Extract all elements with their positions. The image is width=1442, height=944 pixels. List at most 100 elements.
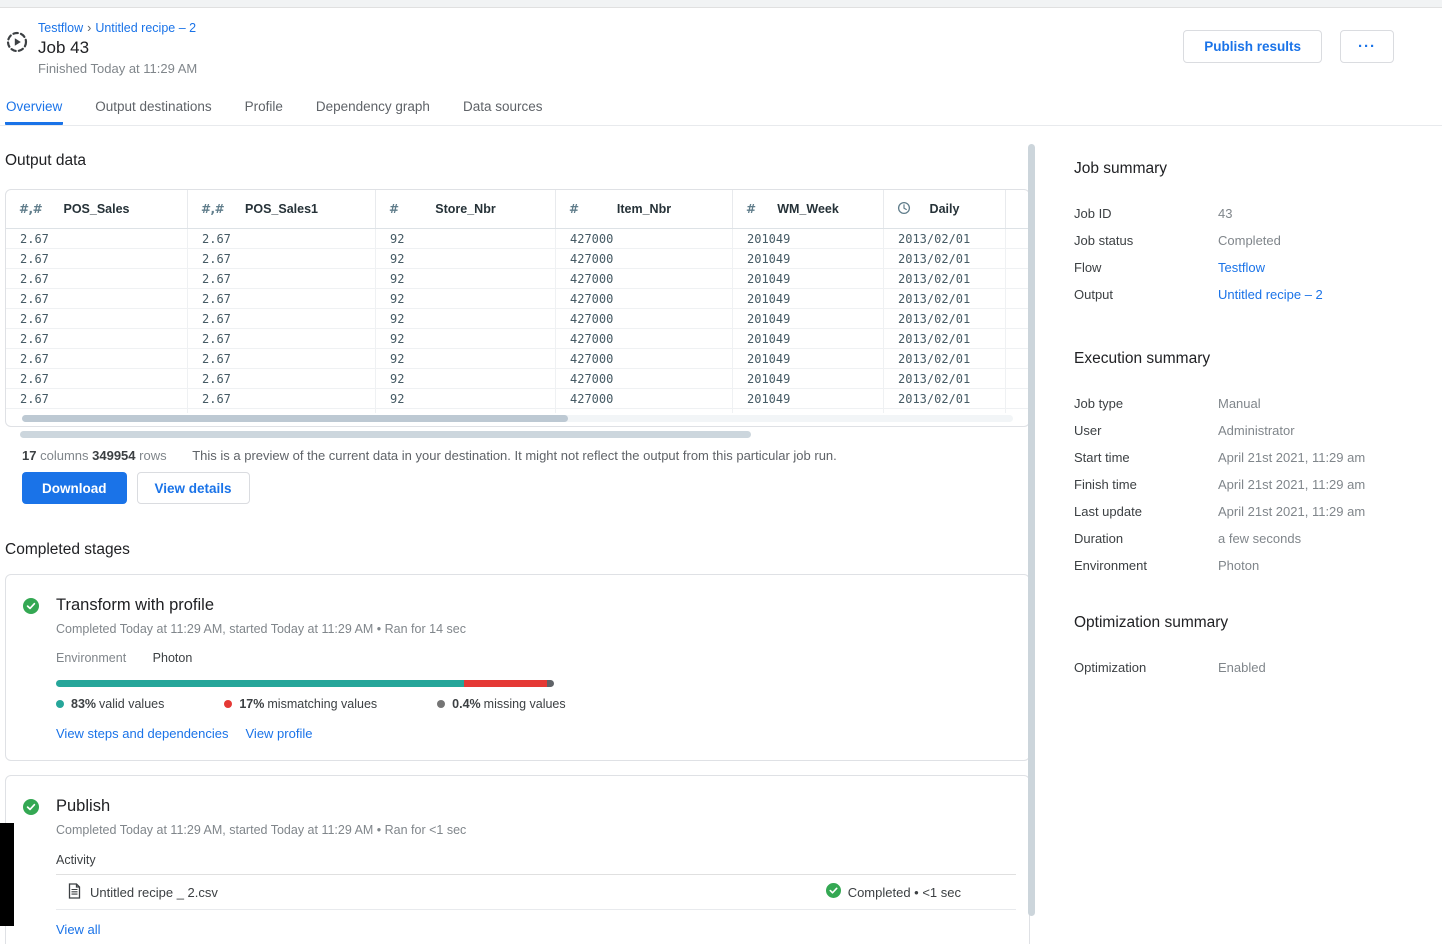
success-check-icon bbox=[23, 799, 39, 937]
missing-values-segment bbox=[547, 680, 554, 687]
table-row: 2.67 2.67 92 427000 201049 2013/02/01 bbox=[6, 289, 1029, 309]
table-row: 2.67 2.67 92 427000 201049 2013/02/01 bbox=[6, 369, 1029, 389]
view-steps-link[interactable]: View steps and dependencies bbox=[56, 726, 229, 741]
summary-row-flow: Flow Testflow bbox=[1074, 254, 1404, 281]
cell-item-nbr: 427000 bbox=[556, 229, 733, 248]
missing-dot-icon bbox=[437, 700, 445, 708]
stage-card-transform: Transform with profile Completed Today a… bbox=[5, 574, 1030, 761]
job-run-icon bbox=[5, 30, 29, 76]
table-scrollbar-thumb[interactable] bbox=[22, 415, 568, 422]
cell-item-nbr: 427000 bbox=[556, 369, 733, 388]
cell-pos-sales: 2.67 bbox=[6, 369, 188, 388]
tab-output-destinations[interactable]: Output destinations bbox=[94, 89, 212, 125]
cell-wm-week: 201049 bbox=[733, 269, 884, 288]
table-horizontal-scrollbar bbox=[6, 413, 1029, 425]
breadcrumb: Testflow›Untitled recipe – 2 bbox=[38, 21, 197, 35]
cell-item-nbr: 427000 bbox=[556, 349, 733, 368]
view-profile-link[interactable]: View profile bbox=[246, 726, 313, 741]
cell-pos-sales: 2.67 bbox=[6, 249, 188, 268]
job-status-value: Completed bbox=[1218, 233, 1281, 248]
summary-row-job-id: Job ID 43 bbox=[1074, 200, 1404, 227]
cell-store-nbr: 92 bbox=[376, 269, 556, 288]
cell-wm-week: 201049 bbox=[733, 289, 884, 308]
quality-legend: 83%valid values 17%mismatching values 0.… bbox=[56, 697, 1013, 711]
integer-type-icon: # bbox=[746, 202, 756, 216]
cell-wm-week: 201049 bbox=[733, 349, 884, 368]
success-check-icon bbox=[826, 883, 841, 901]
tab-dependency-graph[interactable]: Dependency graph bbox=[315, 89, 431, 125]
cell-wm-week: 201049 bbox=[733, 389, 884, 408]
output-link[interactable]: Untitled recipe – 2 bbox=[1218, 287, 1323, 302]
rows-label: rows bbox=[139, 448, 166, 463]
data-quality-bar bbox=[56, 680, 554, 687]
cell-pos-sales: 2.67 bbox=[6, 329, 188, 348]
activity-header: Activity bbox=[56, 853, 1016, 875]
summary-row-finish-time: Finish time April 21st 2021, 11:29 am bbox=[1074, 471, 1404, 498]
tab-overview[interactable]: Overview bbox=[5, 89, 63, 125]
cell-daily: 2013/02/01 bbox=[884, 229, 1006, 248]
tab-profile[interactable]: Profile bbox=[244, 89, 284, 125]
view-all-link[interactable]: View all bbox=[56, 922, 101, 937]
more-actions-button[interactable]: ··· bbox=[1340, 30, 1394, 63]
table-actions: Download View details bbox=[5, 472, 1031, 504]
cell-overflow bbox=[1006, 349, 1029, 368]
column-header-item-nbr: # Item_Nbr bbox=[556, 190, 733, 228]
stage-status-line: Completed Today at 11:29 AM, started Tod… bbox=[56, 622, 1013, 636]
publish-results-button[interactable]: Publish results bbox=[1183, 30, 1322, 63]
cell-pos-sales: 2.67 bbox=[6, 269, 188, 288]
table-row: 2.67 2.67 92 427000 201049 2013/02/01 bbox=[6, 269, 1029, 289]
breadcrumb-recipe-link[interactable]: Untitled recipe – 2 bbox=[95, 21, 196, 35]
cell-pos-sales: 2.67 bbox=[6, 289, 188, 308]
cell-item-nbr: 427000 bbox=[556, 249, 733, 268]
integer-type-icon: # bbox=[569, 202, 579, 216]
job-summary-sidebar: Job summary Job ID 43 Job status Complet… bbox=[1074, 126, 1404, 681]
download-button[interactable]: Download bbox=[22, 472, 127, 504]
valid-values-segment bbox=[56, 680, 464, 687]
cell-wm-week: 201049 bbox=[733, 309, 884, 328]
cell-daily: 2013/02/01 bbox=[884, 389, 1006, 408]
cell-wm-week: 201049 bbox=[733, 229, 884, 248]
cell-overflow bbox=[1006, 289, 1029, 308]
legend-missing: 0.4%missing values bbox=[437, 697, 565, 711]
cell-item-nbr: 427000 bbox=[556, 389, 733, 408]
cell-store-nbr: 92 bbox=[376, 369, 556, 388]
cell-daily: 2013/02/01 bbox=[884, 269, 1006, 288]
environment-row: Environment Photon bbox=[56, 651, 1013, 665]
tab-bar: Overview Output destinations Profile Dep… bbox=[0, 89, 1442, 126]
cell-wm-week: 201049 bbox=[733, 329, 884, 348]
environment-value: Photon bbox=[153, 651, 193, 665]
activity-row[interactable]: Untitled recipe _ 2.csv bbox=[56, 875, 1016, 910]
valid-dot-icon bbox=[56, 700, 64, 708]
legend-mismatching: 17%mismatching values bbox=[224, 697, 377, 711]
optimization-summary-heading: Optimization summary bbox=[1074, 613, 1404, 633]
cell-store-nbr: 92 bbox=[376, 309, 556, 328]
vertical-scrollbar-thumb[interactable] bbox=[1028, 144, 1035, 916]
table-row: 2.67 2.67 92 427000 201049 2013/02/01 bbox=[6, 389, 1029, 409]
cell-pos-sales1: 2.67 bbox=[188, 289, 376, 308]
panel-scrollbar-thumb[interactable] bbox=[20, 431, 751, 438]
tab-data-sources[interactable]: Data sources bbox=[462, 89, 544, 125]
cell-item-nbr: 427000 bbox=[556, 289, 733, 308]
stage-status-line: Completed Today at 11:29 AM, started Tod… bbox=[56, 823, 1016, 837]
table-header-row: #,# POS_Sales #,# POS_Sales1 # Store_Nbr… bbox=[6, 190, 1029, 229]
window-top-strip bbox=[0, 0, 1442, 8]
cell-pos-sales1: 2.67 bbox=[188, 229, 376, 248]
job-summary-heading: Job summary bbox=[1074, 159, 1404, 179]
activity-file-name: Untitled recipe _ 2.csv bbox=[90, 885, 218, 900]
flow-link[interactable]: Testflow bbox=[1218, 260, 1265, 275]
table-meta-line: 17 columns 349954 rows This is a preview… bbox=[5, 448, 1031, 463]
cell-overflow bbox=[1006, 369, 1029, 388]
cell-pos-sales1: 2.67 bbox=[188, 309, 376, 328]
main-column: Output data #,# POS_Sales #,# POS_Sales1… bbox=[0, 126, 1031, 944]
summary-row-output: Output Untitled recipe – 2 bbox=[1074, 281, 1404, 308]
cell-overflow bbox=[1006, 249, 1029, 268]
breadcrumb-flow-link[interactable]: Testflow bbox=[38, 21, 83, 35]
datetime-type-icon bbox=[897, 201, 911, 218]
view-details-button[interactable]: View details bbox=[137, 472, 250, 504]
decimal-type-icon: #,# bbox=[201, 202, 224, 216]
columns-count: 17 bbox=[22, 448, 36, 463]
table-row: 2.67 2.67 92 427000 201049 2013/02/01 bbox=[6, 349, 1029, 369]
mismatching-values-segment bbox=[464, 680, 547, 687]
cell-item-nbr: 427000 bbox=[556, 309, 733, 328]
environment-label: Environment bbox=[56, 651, 126, 665]
